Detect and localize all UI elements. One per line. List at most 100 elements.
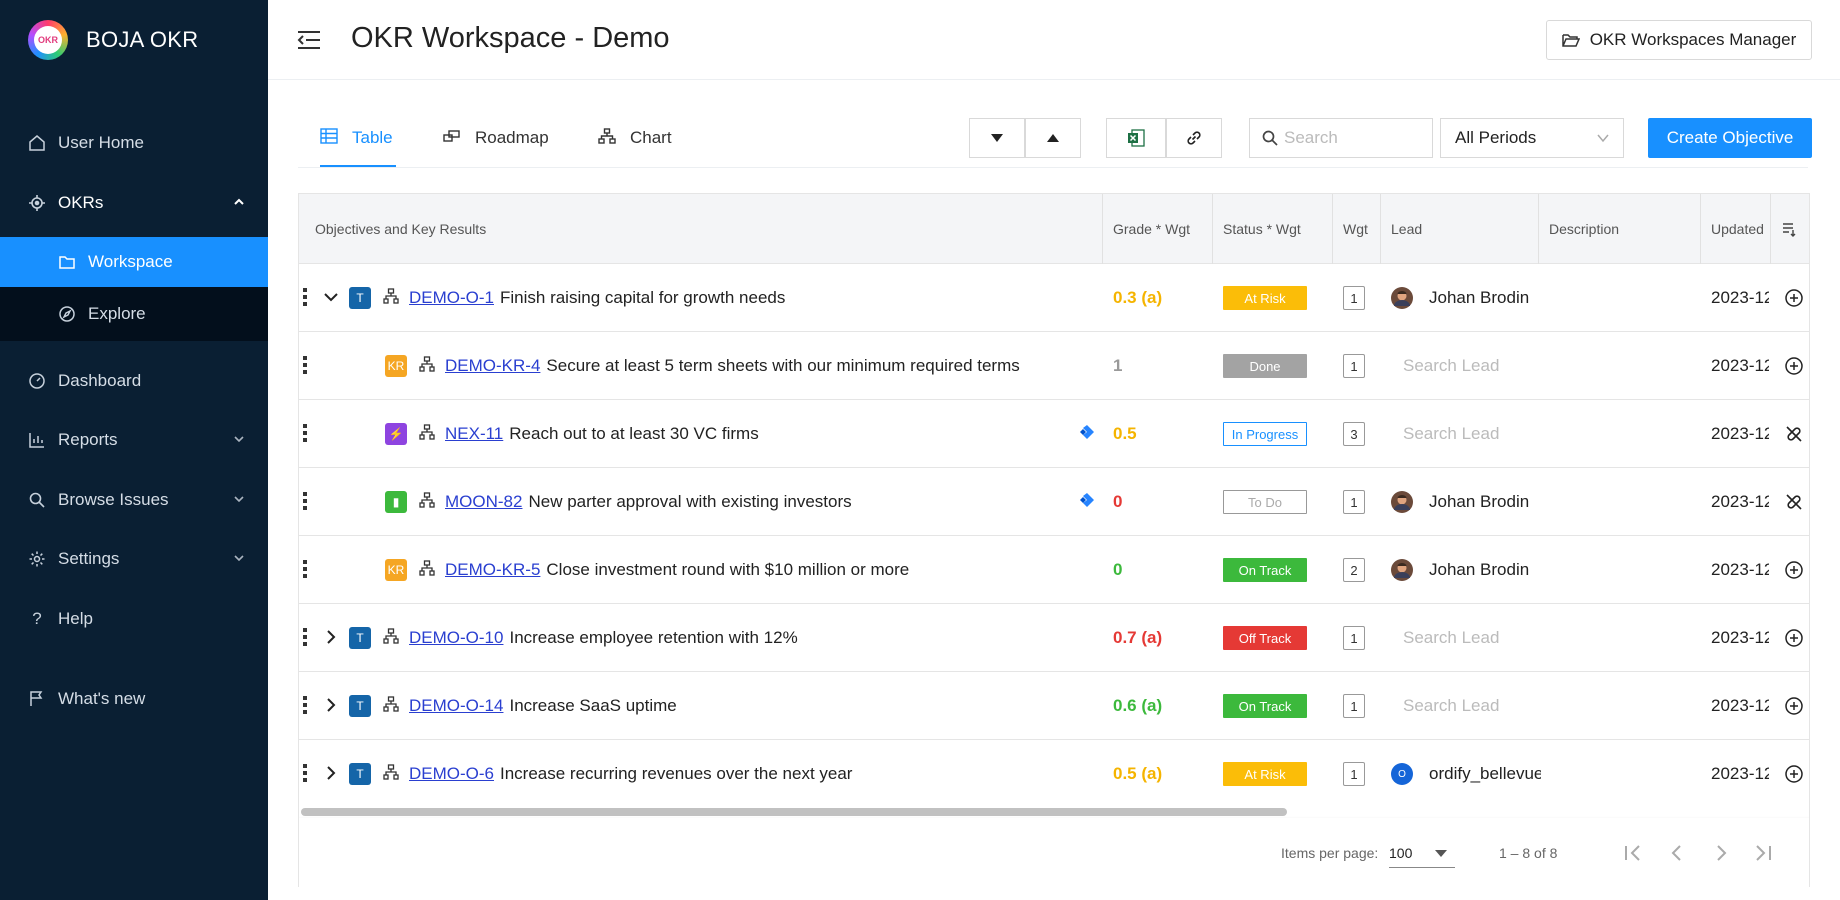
tab-chart[interactable]: Chart <box>598 118 672 168</box>
export-excel-button[interactable] <box>1106 118 1166 158</box>
drag-handle-icon[interactable] <box>303 288 307 308</box>
first-page-icon[interactable] <box>1621 841 1645 865</box>
weight-badge[interactable]: 3 <box>1343 422 1365 446</box>
lead-name[interactable]: ordify_bellevue <box>1429 764 1541 784</box>
chevron-right-icon[interactable] <box>323 696 339 714</box>
chevron-right-icon[interactable] <box>323 628 339 646</box>
column-header-description[interactable]: Description <box>1539 194 1701 264</box>
tab-roadmap[interactable]: Roadmap <box>443 118 549 168</box>
status-badge[interactable]: Done <box>1223 354 1307 378</box>
column-header-updated[interactable]: Updated <box>1701 194 1771 264</box>
hierarchy-icon[interactable] <box>383 627 399 649</box>
issue-key-link[interactable]: DEMO-KR-5 <box>445 560 540 580</box>
issue-key-link[interactable]: DEMO-O-6 <box>409 764 494 784</box>
table-row[interactable]: KR DEMO-KR-5 Close investment round with $… <box>299 536 1809 604</box>
hierarchy-icon[interactable] <box>419 559 435 581</box>
sidebar-item-workspace[interactable]: Workspace <box>0 237 268 287</box>
hierarchy-icon[interactable] <box>419 355 435 377</box>
lead-name[interactable]: Johan Brodin <box>1429 288 1529 308</box>
column-header-objectives[interactable]: Objectives and Key Results <box>299 194 1103 264</box>
table-row[interactable]: T DEMO-O-1 Finish raising capital for grow… <box>299 264 1809 332</box>
hierarchy-icon[interactable] <box>383 763 399 785</box>
issue-summary[interactable]: Reach out to at least 30 VC firms <box>509 424 758 444</box>
horizontal-scrollbar[interactable] <box>299 806 1809 818</box>
table-row[interactable]: T DEMO-O-6 Increase recurring revenues ove… <box>299 740 1809 808</box>
unlink-icon[interactable] <box>1784 492 1804 512</box>
chevron-right-icon[interactable] <box>323 764 339 782</box>
weight-badge[interactable]: 1 <box>1343 694 1365 718</box>
lead-search-placeholder[interactable]: Search Lead <box>1403 424 1499 444</box>
add-circle-icon[interactable] <box>1784 764 1804 784</box>
drag-handle-icon[interactable] <box>303 560 307 580</box>
menu-collapse-icon[interactable] <box>296 28 322 52</box>
issue-summary[interactable]: Increase SaaS uptime <box>509 696 676 716</box>
add-circle-icon[interactable] <box>1784 560 1804 580</box>
issue-summary[interactable]: Close investment round with $10 million … <box>546 560 909 580</box>
sidebar-item-explore[interactable]: Explore <box>0 287 268 341</box>
sidebar-item-reports[interactable]: Reports <box>0 415 268 465</box>
column-header-wgt[interactable]: Wgt <box>1333 194 1381 264</box>
drag-handle-icon[interactable] <box>303 628 307 648</box>
add-circle-icon[interactable] <box>1784 288 1804 308</box>
hierarchy-icon[interactable] <box>383 695 399 717</box>
search-input[interactable] <box>1284 128 1424 148</box>
status-badge[interactable]: Off Track <box>1223 626 1307 650</box>
sidebar-item-help[interactable]: ? Help <box>0 594 268 644</box>
issue-key-link[interactable]: DEMO-KR-4 <box>445 356 540 376</box>
prev-page-icon[interactable] <box>1665 841 1689 865</box>
sidebar-item-okrs[interactable]: OKRs <box>0 178 268 228</box>
copy-link-button[interactable] <box>1166 118 1222 158</box>
expand-all-button[interactable] <box>1025 118 1081 158</box>
period-select[interactable]: All Periods <box>1440 118 1624 158</box>
create-objective-button[interactable]: Create Objective <box>1648 118 1812 158</box>
table-row[interactable]: T DEMO-O-10 Increase employee retention wi… <box>299 604 1809 672</box>
status-badge[interactable]: On Track <box>1223 558 1307 582</box>
issue-key-link[interactable]: MOON-82 <box>445 492 522 512</box>
sidebar-item-dashboard[interactable]: Dashboard <box>0 356 268 406</box>
workspaces-manager-button[interactable]: OKR Workspaces Manager <box>1546 20 1812 60</box>
table-row[interactable]: ▮ MOON-82 New parter approval with existin… <box>299 468 1809 536</box>
drag-handle-icon[interactable] <box>303 764 307 784</box>
hierarchy-icon[interactable] <box>419 491 435 513</box>
weight-badge[interactable]: 1 <box>1343 626 1365 650</box>
add-circle-icon[interactable] <box>1784 696 1804 716</box>
issue-summary[interactable]: New parter approval with existing invest… <box>528 492 851 512</box>
lead-name[interactable]: Johan Brodin <box>1429 560 1529 580</box>
table-row[interactable]: KR DEMO-KR-4 Secure at least 5 term sheets… <box>299 332 1809 400</box>
issue-summary[interactable]: Finish raising capital for growth needs <box>500 288 785 308</box>
column-header-lead[interactable]: Lead <box>1381 194 1539 264</box>
sidebar-item-user-home[interactable]: User Home <box>0 118 268 168</box>
column-header-status[interactable]: Status * Wgt <box>1213 194 1333 264</box>
sidebar-item-settings[interactable]: Settings <box>0 534 268 584</box>
issue-summary[interactable]: Increase employee retention with 12% <box>509 628 797 648</box>
table-row[interactable]: ⚡ NEX-11 Reach out to at least 30 VC firms… <box>299 400 1809 468</box>
status-badge[interactable]: On Track <box>1223 694 1307 718</box>
lead-name[interactable]: Johan Brodin <box>1429 492 1529 512</box>
last-page-icon[interactable] <box>1751 841 1775 865</box>
hierarchy-icon[interactable] <box>383 287 399 309</box>
items-per-page-select[interactable]: 100 <box>1389 840 1455 868</box>
status-badge[interactable]: At Risk <box>1223 286 1307 310</box>
issue-key-link[interactable]: DEMO-O-14 <box>409 696 503 716</box>
status-badge[interactable]: In Progress <box>1223 422 1307 446</box>
add-circle-icon[interactable] <box>1784 356 1804 376</box>
issue-key-link[interactable]: DEMO-O-1 <box>409 288 494 308</box>
issue-summary[interactable]: Increase recurring revenues over the nex… <box>500 764 852 784</box>
drag-handle-icon[interactable] <box>303 424 307 444</box>
sidebar-item-whats-new[interactable]: What's new <box>0 674 268 724</box>
status-badge[interactable]: To Do <box>1223 490 1307 514</box>
hierarchy-icon[interactable] <box>419 423 435 445</box>
issue-key-link[interactable]: DEMO-O-10 <box>409 628 503 648</box>
sidebar-item-browse-issues[interactable]: Browse Issues <box>0 475 268 525</box>
next-page-icon[interactable] <box>1709 841 1733 865</box>
lead-search-placeholder[interactable]: Search Lead <box>1403 356 1499 376</box>
column-header-grade[interactable]: Grade * Wgt <box>1103 194 1213 264</box>
issue-key-link[interactable]: NEX-11 <box>445 424 503 444</box>
unlink-icon[interactable] <box>1784 424 1804 444</box>
app-logo[interactable]: OKR BOJA OKR <box>28 20 198 60</box>
add-circle-icon[interactable] <box>1784 628 1804 648</box>
drag-handle-icon[interactable] <box>303 696 307 716</box>
weight-badge[interactable]: 1 <box>1343 286 1365 310</box>
weight-badge[interactable]: 2 <box>1343 558 1365 582</box>
tab-table[interactable]: Table <box>320 118 393 168</box>
